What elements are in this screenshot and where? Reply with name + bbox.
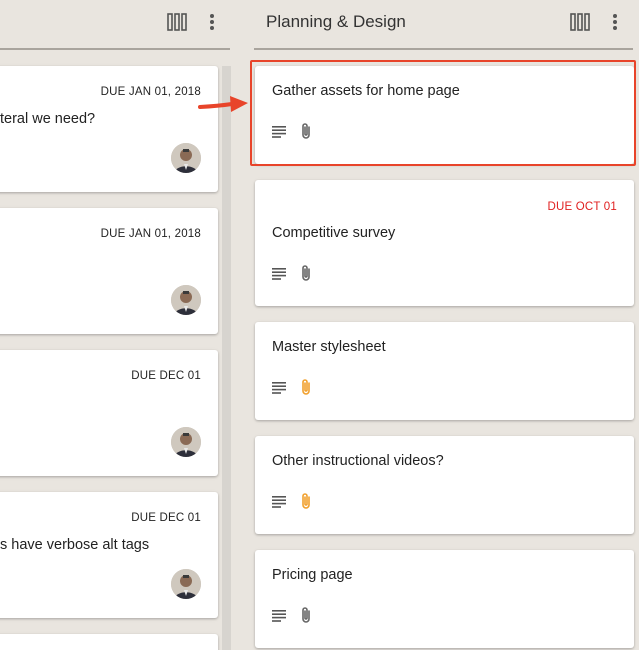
card[interactable] (0, 634, 218, 650)
card[interactable]: Pricing page (255, 550, 634, 648)
card[interactable]: DUE JAN 01, 2018 teral we need? (0, 66, 218, 192)
board-column-left: DUE JAN 01, 2018 teral we need? DUE JAN … (0, 0, 230, 650)
due-date: DUE DEC 01 (131, 512, 201, 524)
avatar[interactable] (171, 143, 201, 173)
notes-icon (272, 381, 286, 399)
paperclip-icon (300, 606, 312, 629)
card[interactable]: DUE JAN 01, 2018 (0, 208, 218, 334)
due-date: DUE JAN 01, 2018 (100, 228, 201, 240)
avatar[interactable] (171, 285, 201, 315)
due-date: DUE DEC 01 (131, 370, 201, 382)
card[interactable]: DUE DEC 01 s have verbose alt tags (0, 492, 218, 618)
paperclip-icon (300, 378, 312, 401)
due-date: DUE OCT 01 (547, 201, 617, 213)
red-arrow-annotation (198, 93, 250, 120)
notes-icon (272, 609, 286, 627)
notes-icon (272, 267, 286, 285)
card[interactable]: DUE DEC 01 (0, 350, 218, 476)
board: DUE JAN 01, 2018 teral we need? DUE JAN … (0, 0, 639, 650)
paperclip-icon (300, 492, 312, 515)
view-column-icon[interactable] (166, 11, 188, 33)
column-scrollbar[interactable] (222, 66, 231, 650)
more-vert-icon[interactable] (604, 11, 626, 33)
column-header (0, 0, 230, 50)
highlight-box (250, 60, 636, 166)
card-title: Pricing page (272, 567, 353, 583)
card[interactable]: Other instructional videos? (255, 436, 634, 534)
avatar[interactable] (171, 427, 201, 457)
card-title: Other instructional videos? (272, 453, 444, 469)
card-title: Master stylesheet (272, 339, 386, 355)
avatar[interactable] (171, 569, 201, 599)
card[interactable]: DUE OCT 01 Competitive survey (255, 180, 634, 306)
card[interactable]: Master stylesheet (255, 322, 634, 420)
card-title: Competitive survey (272, 225, 396, 241)
card-title: teral we need? (0, 111, 96, 127)
column-title[interactable]: Planning & Design (266, 12, 406, 32)
view-column-icon[interactable] (569, 11, 591, 33)
more-vert-icon[interactable] (201, 11, 223, 33)
notes-icon (272, 495, 286, 513)
paperclip-icon (300, 264, 312, 287)
due-date: DUE JAN 01, 2018 (100, 86, 201, 98)
card-title: s have verbose alt tags (0, 537, 150, 553)
column-header: Planning & Design (254, 0, 633, 50)
